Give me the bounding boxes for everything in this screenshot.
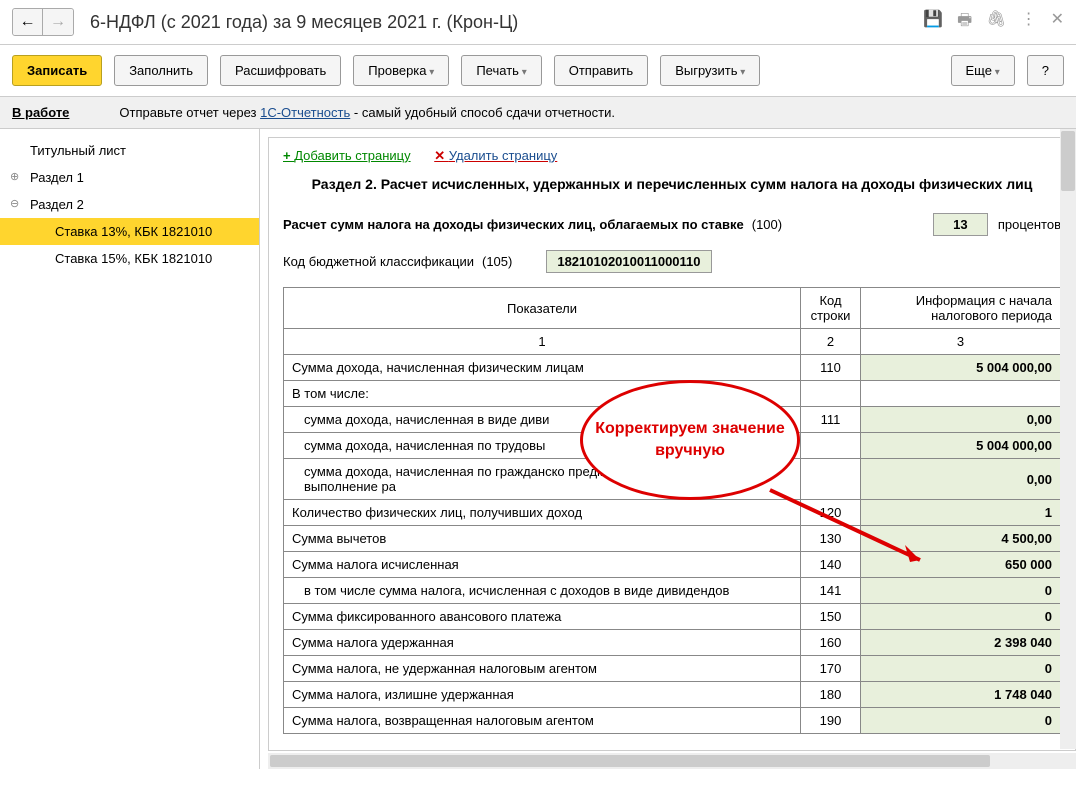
- table-row: Сумма налога, не удержанная налоговым аг…: [284, 656, 1061, 682]
- row-value[interactable]: 0: [861, 604, 1061, 630]
- report-link[interactable]: 1С-Отчетность: [260, 105, 350, 120]
- row-code: 170: [801, 656, 861, 682]
- decrypt-button[interactable]: Расшифровать: [220, 55, 341, 86]
- save-button[interactable]: Записать: [12, 55, 102, 86]
- table-row: Сумма дохода, начисленная физическим лиц…: [284, 355, 1061, 381]
- help-button[interactable]: ?: [1027, 55, 1064, 86]
- export-button[interactable]: Выгрузить: [660, 55, 760, 86]
- row-name: в том числе сумма налога, исчисленная с …: [284, 578, 801, 604]
- navigation-tree: Титульный лист Раздел 1 Раздел 2 Ставка …: [0, 129, 260, 769]
- row-name: Сумма налога, излишне удержанная: [284, 682, 801, 708]
- section-title: Раздел 2. Расчет исчисленных, удержанных…: [283, 174, 1061, 195]
- rate-input[interactable]: 13: [933, 213, 988, 236]
- annotation-callout: Корректируем значение вручную: [580, 380, 800, 500]
- col-header-val: Информация с начала налогового периода: [861, 288, 1061, 329]
- row-name: Сумма дохода, начисленная физическим лиц…: [284, 355, 801, 381]
- row-code: [801, 381, 861, 407]
- tree-rate15[interactable]: Ставка 15%, КБК 1821010: [0, 245, 259, 272]
- row-name: Сумма налога удержанная: [284, 630, 801, 656]
- row-name: Сумма вычетов: [284, 526, 801, 552]
- row-code: 190: [801, 708, 861, 734]
- status-label[interactable]: В работе: [12, 105, 69, 120]
- row-name: Сумма фиксированного авансового платежа: [284, 604, 801, 630]
- nav-forward-button[interactable]: →: [43, 9, 73, 35]
- row-value[interactable]: 1 748 040: [861, 682, 1061, 708]
- row-value[interactable]: [861, 381, 1061, 407]
- save-icon[interactable]: 💾: [923, 9, 943, 36]
- table-row: Сумма налога, излишне удержанная1801 748…: [284, 682, 1061, 708]
- row-value[interactable]: 0,00: [861, 407, 1061, 433]
- more-button[interactable]: Еще: [951, 55, 1015, 86]
- row-code: 180: [801, 682, 861, 708]
- row-value[interactable]: 5 004 000,00: [861, 433, 1061, 459]
- close-icon[interactable]: ✕: [1051, 9, 1064, 36]
- row-name: Сумма налога, не удержанная налоговым аг…: [284, 656, 801, 682]
- kbk-label: Код бюджетной классификации: [283, 254, 474, 269]
- horizontal-scrollbar[interactable]: [268, 753, 1076, 769]
- table-row: Сумма фиксированного авансового платежа1…: [284, 604, 1061, 630]
- fill-button[interactable]: Заполнить: [114, 55, 208, 86]
- row-value[interactable]: 5 004 000,00: [861, 355, 1061, 381]
- vertical-scrollbar[interactable]: [1060, 129, 1076, 749]
- col-header-name: Показатели: [284, 288, 801, 329]
- print-button[interactable]: Печать: [461, 55, 541, 86]
- nav-back-button[interactable]: ←: [13, 9, 43, 35]
- more-icon[interactable]: ⋮: [1021, 9, 1037, 36]
- page-title: 6-НДФЛ (с 2021 года) за 9 месяцев 2021 г…: [90, 12, 923, 33]
- table-row: Сумма налога, возвращенная налоговым аге…: [284, 708, 1061, 734]
- info-text: Отправьте отчет через 1С-Отчетность - са…: [119, 105, 615, 120]
- row-name: Количество физических лиц, получивших до…: [284, 500, 801, 526]
- row-value[interactable]: 0: [861, 656, 1061, 682]
- row-value[interactable]: 0: [861, 708, 1061, 734]
- col-header-code: Код строки: [801, 288, 861, 329]
- tree-title-page[interactable]: Титульный лист: [0, 137, 259, 164]
- print-icon[interactable]: 🖶: [957, 9, 972, 36]
- row-code: 150: [801, 604, 861, 630]
- tree-rate13[interactable]: Ставка 13%, КБК 1821010: [0, 218, 259, 245]
- kbk-input[interactable]: 18210102010011000110: [546, 250, 711, 273]
- link-icon[interactable]: 🖇: [986, 9, 1006, 36]
- row-code: 110: [801, 355, 861, 381]
- row-name: Сумма налога, возвращенная налоговым аге…: [284, 708, 801, 734]
- check-button[interactable]: Проверка: [353, 55, 449, 86]
- row-value[interactable]: 2 398 040: [861, 630, 1061, 656]
- tree-section1[interactable]: Раздел 1: [0, 164, 259, 191]
- tree-section2[interactable]: Раздел 2: [0, 191, 259, 218]
- row-code: [801, 433, 861, 459]
- row-code: 111: [801, 407, 861, 433]
- delete-page-link[interactable]: Удалить страницу: [434, 148, 557, 163]
- add-page-link[interactable]: Добавить страницу: [283, 148, 411, 163]
- calc-label: Расчет сумм налога на доходы физических …: [283, 217, 744, 232]
- row-name: Сумма налога исчисленная: [284, 552, 801, 578]
- send-button[interactable]: Отправить: [554, 55, 648, 86]
- table-row: Сумма налога удержанная1602 398 040: [284, 630, 1061, 656]
- row-code: 160: [801, 630, 861, 656]
